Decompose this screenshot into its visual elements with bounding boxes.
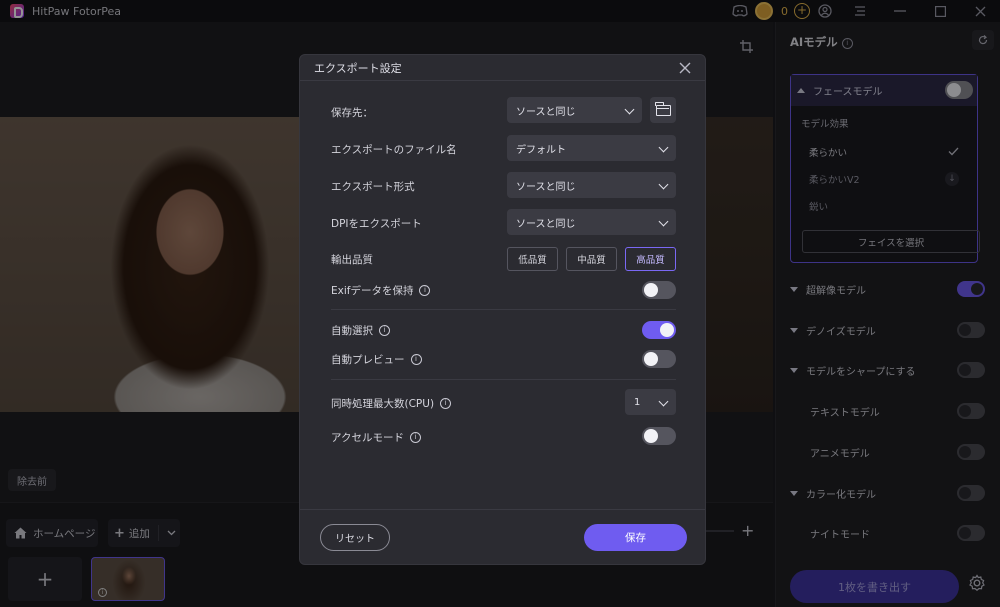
format-select[interactable]: ソースと同じ: [507, 172, 676, 198]
max-concurrent-row-label: 同時処理最大数(CPU) i: [331, 396, 452, 411]
exif-row-label: Exifデータを保持 i: [331, 283, 431, 298]
dpi-select[interactable]: ソースと同じ: [507, 209, 676, 235]
dialog-title: エクスポート設定: [300, 55, 705, 81]
close-icon[interactable]: [679, 59, 691, 78]
format-label: エクスポート形式: [331, 181, 415, 193]
max-concurrent-select[interactable]: 1: [625, 389, 676, 415]
auto-select-toggle[interactable]: [642, 321, 676, 339]
chevron-down-icon: [658, 396, 669, 407]
info-icon[interactable]: i: [379, 325, 390, 336]
dpi-label: DPIをエクスポート: [331, 218, 422, 230]
info-icon[interactable]: i: [419, 285, 431, 296]
folder-icon: [654, 101, 671, 116]
info-icon[interactable]: i: [440, 398, 452, 409]
accel-mode-row-label: アクセルモード i: [331, 430, 421, 445]
chevron-down-icon: [658, 179, 669, 190]
chevron-down-icon: [658, 216, 669, 227]
accel-mode-toggle[interactable]: [642, 427, 676, 445]
exif-toggle[interactable]: [642, 281, 676, 299]
dialog-footer: リセット 保存: [300, 509, 705, 564]
quality-medium-button[interactable]: 中品質: [566, 247, 617, 271]
auto-select-row-label: 自動選択 i: [331, 323, 390, 338]
info-icon[interactable]: i: [409, 432, 421, 443]
quality-label: 輸出品質: [331, 254, 373, 266]
file-name-label: エクスポートのファイル名: [331, 144, 457, 156]
info-icon[interactable]: i: [410, 354, 422, 365]
auto-preview-toggle[interactable]: [642, 350, 676, 368]
save-destination-select[interactable]: ソースと同じ: [507, 97, 642, 123]
auto-preview-row-label: 自動プレビュー i: [331, 352, 422, 367]
reset-button[interactable]: リセット: [320, 524, 390, 551]
file-name-select[interactable]: デフォルト: [507, 135, 676, 161]
quality-high-button[interactable]: 高品質: [625, 247, 676, 271]
quality-low-button[interactable]: 低品質: [507, 247, 558, 271]
chevron-down-icon: [624, 104, 635, 115]
export-settings-dialog: エクスポート設定 保存先： ソースと同じ エクスポートのファイル名 デフォルト …: [299, 54, 706, 565]
save-destination-label: 保存先：: [331, 107, 373, 119]
save-button[interactable]: 保存: [584, 524, 687, 551]
browse-folder-button[interactable]: [650, 97, 676, 123]
chevron-down-icon: [658, 142, 669, 153]
